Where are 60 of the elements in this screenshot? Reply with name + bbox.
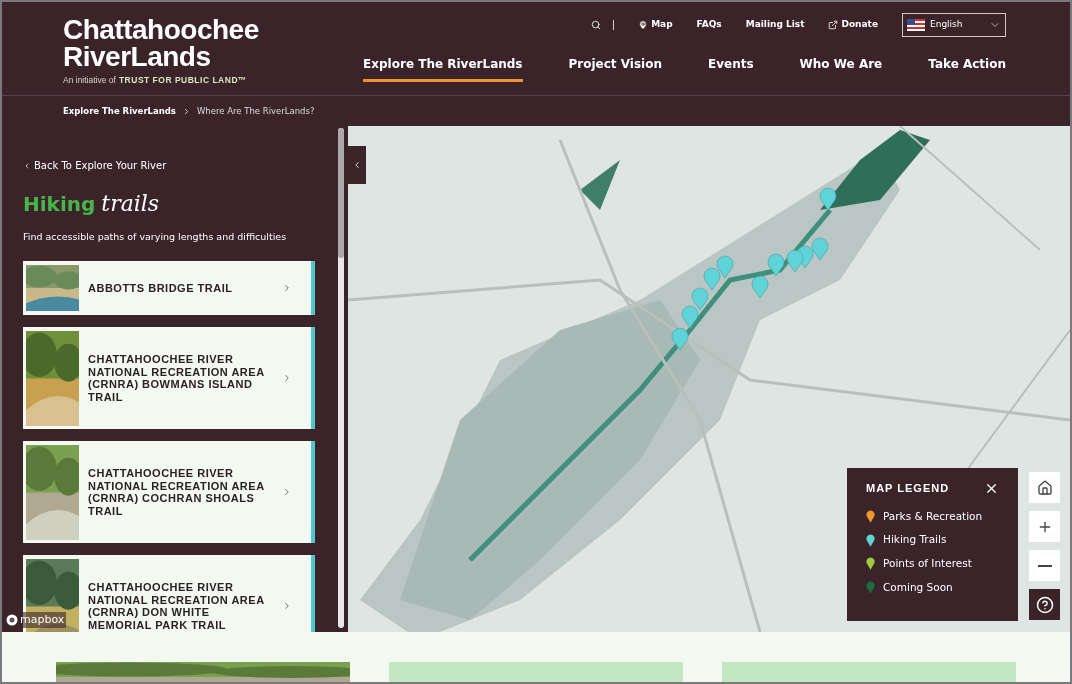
map-pin-icon[interactable] [716,255,734,279]
chevron-icon [282,601,292,612]
chevron-icon [352,160,362,170]
chevron-icon [282,487,292,498]
breadcrumb-link[interactable]: Explore The RiverLands [63,104,176,118]
legend-label: Coming Soon [883,579,953,595]
trail-card[interactable]: CHATTAHOOCHEE RIVER NATIONAL RECREATION AREA (CRNRA) BOWMANS ISLAND TRAIL [23,327,315,430]
breadcrumb-current: Where Are The RiverLands? [196,104,315,118]
zoom-in-button[interactable] [1029,511,1060,542]
legend-label: Points of Interest [883,556,972,571]
title-text: Hiking [23,191,96,218]
nav-tab[interactable]: Who We Are [799,55,883,82]
search-icon [591,20,602,30]
map-pin-icon [638,20,649,30]
utility-link[interactable]: Map [638,18,673,32]
map-pin-icon[interactable] [671,327,689,351]
minus-icon [1037,564,1052,567]
trail-name: ABBOTTS BRIDGE TRAIL [88,282,234,295]
home-icon [1036,479,1053,496]
nav-tab[interactable]: Project Vision [568,55,662,82]
legend-label: Parks & Recreation [883,508,983,524]
mapbox-logo: mapbox [6,611,67,628]
map-pin-icon[interactable] [691,287,709,311]
trail-card[interactable]: ABBOTTS BRIDGE TRAIL [23,261,315,316]
trail-name: CHATTAHOOCHEE RIVER NATIONAL RECREATION AREA (CRNRA) BOWMANS ISLAND TRAIL [88,353,266,404]
map-pin-icon[interactable] [703,267,721,291]
chevron-icon [282,373,292,384]
map-pin-icon[interactable] [819,187,837,211]
map-pin-icon[interactable] [751,275,769,299]
trail-card[interactable]: CHATTAHOOCHEE RIVER NATIONAL RECREATION AREA (CRNRA) COCHRAN SHOALS TRAIL [23,441,315,544]
home-button[interactable] [1029,472,1060,503]
chevron-icon [23,161,31,170]
utility-link[interactable]: Mailing List [745,18,805,32]
map-pin-icon[interactable] [786,249,804,273]
map-pin-icon[interactable] [811,237,829,261]
language-select[interactable]: English [902,13,1006,37]
subtitle-text: Find accessible paths of varying lengths and difficulties [23,230,288,244]
utility-link[interactable]: FAQs [696,18,722,32]
logo-text: Chattahoochee RiverLands [63,16,260,70]
nav-tab[interactable]: Take Action [928,55,1006,82]
utility-link[interactable]: Donate [828,18,878,32]
map-pin-icon[interactable] [767,253,785,277]
chevron-icon [282,283,292,294]
flag-icon [907,19,925,31]
help-button[interactable] [1029,589,1060,620]
zoom-out-button[interactable] [1029,550,1060,581]
brand-text: TRUST FOR PUBLIC LAND™ [118,74,248,87]
legend-title: MAP LEGEND [866,481,950,496]
nav-tab[interactable]: Events [708,55,754,82]
search-button[interactable] [591,20,615,30]
back-link[interactable]: Back To Explore Your River [23,158,315,173]
tagline-text: An initiative of [63,74,116,87]
external-link-icon [828,20,839,30]
help-icon [1035,595,1054,614]
script-title-text: trails [101,190,160,218]
map-pin-icon[interactable] [681,305,699,329]
trail-name: CHATTAHOOCHEE RIVER NATIONAL RECREATION AREA (CRNRA) DON WHITE MEMORIAL PARK TRAIL [88,581,266,632]
trail-name: CHATTAHOOCHEE RIVER NATIONAL RECREATION AREA (CRNRA) COCHRAN SHOALS TRAIL [88,467,266,518]
legend-label: Hiking Trails [883,532,947,548]
nav-tab[interactable]: Explore The RiverLands [363,55,523,82]
